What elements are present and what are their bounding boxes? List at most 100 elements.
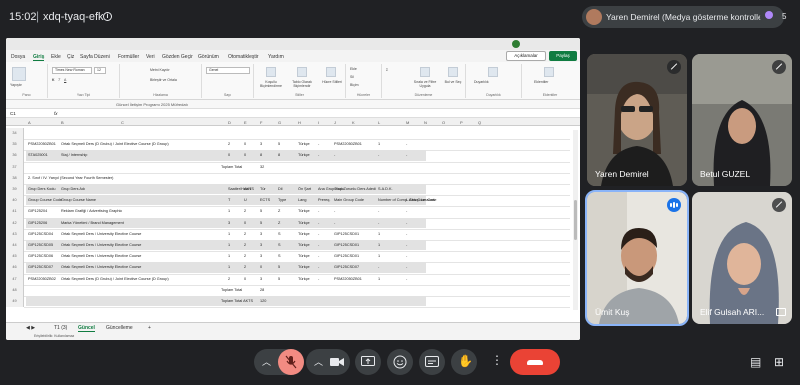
cell-course-code[interactable]: GIP125CSD05 (28, 243, 53, 247)
cell-value[interactable]: S (278, 232, 281, 236)
cell-value[interactable]: - (406, 153, 407, 157)
cell-value[interactable]: - (334, 221, 335, 225)
cell-value[interactable]: Grup Zorunlu Ders Adedi (334, 187, 376, 191)
cell-value[interactable]: 3 (228, 221, 230, 225)
sort-filter-icon[interactable] (420, 67, 430, 77)
cell-value[interactable]: 1 (228, 254, 230, 258)
cell-value[interactable]: Türkçe (298, 221, 310, 225)
tab-dosya[interactable]: Dosya (11, 54, 25, 60)
column-header[interactable]: I (318, 120, 319, 125)
cell-value[interactable]: - (378, 209, 379, 213)
format-table-icon[interactable] (297, 67, 307, 77)
cell-value[interactable]: Lang (298, 198, 306, 202)
cell-value[interactable]: 3 (260, 232, 262, 236)
end-call-button[interactable] (510, 349, 560, 375)
cell-value[interactable]: 2 (244, 254, 246, 258)
cell-course-code[interactable]: 2. Sınıf / IV. Yarıyıl (Second Year Four… (28, 176, 113, 180)
cell-value[interactable]: 5 (260, 221, 262, 225)
cell-value[interactable]: 0 (260, 265, 262, 269)
cell-value[interactable]: - (318, 221, 319, 225)
sheet-tab-guncel[interactable]: Güncel (78, 325, 95, 332)
cell-value[interactable]: 5 (260, 209, 262, 213)
cell-course-name[interactable]: Group Course Name (61, 198, 96, 202)
cell-value[interactable]: 2 (244, 209, 246, 213)
wrap-text-button[interactable]: Metni Kaydır (150, 68, 170, 72)
row-number[interactable]: 37 (6, 161, 24, 173)
cell-course-name[interactable]: Ortak Seçmeli Ders / University Elective… (61, 243, 141, 247)
column-header[interactable]: H (298, 120, 301, 125)
column-header[interactable]: B (61, 120, 64, 125)
number-format-select[interactable]: Genel (206, 67, 250, 74)
tab-veri[interactable]: Veri (146, 54, 155, 60)
cell-value[interactable]: - (406, 209, 407, 213)
cell-value[interactable]: Z (278, 221, 280, 225)
row-number[interactable]: 43 (6, 228, 24, 240)
tab-yardim[interactable]: Yardım (268, 54, 284, 60)
cell-value[interactable]: - (406, 232, 407, 236)
name-box[interactable]: C1 (10, 111, 16, 116)
cell-course-code[interactable]: GIP125206 (28, 221, 47, 225)
conditional-format-icon[interactable] (266, 67, 276, 77)
cell-value[interactable]: Türkçe (298, 277, 310, 281)
cell-value[interactable]: S (278, 254, 281, 258)
cell-course-code[interactable]: PSM22050ZB01 (28, 142, 56, 146)
cell-value[interactable]: Main Group Code (334, 198, 364, 202)
row-number[interactable]: 42 (6, 217, 24, 229)
cell-value[interactable]: S (278, 243, 281, 247)
cell-value[interactable]: - (318, 254, 319, 258)
cell-value[interactable]: - (334, 209, 335, 213)
cell-value[interactable]: GIP125CSD01 (334, 232, 359, 236)
cell-value[interactable]: 1 (378, 277, 380, 281)
cell-value[interactable]: Türkçe (298, 153, 310, 157)
column-header[interactable]: K (352, 120, 355, 125)
more-options-button[interactable]: ⋮ (483, 349, 505, 375)
insert-cells-button[interactable]: Ekle (350, 67, 357, 71)
cell-value[interactable]: Dil (278, 187, 282, 191)
tab-gorunum[interactable]: Görünüm (198, 54, 219, 60)
column-header[interactable]: E (244, 120, 247, 125)
column-header[interactable]: Q (478, 120, 481, 125)
vertical-scrollbar[interactable] (573, 130, 578, 310)
cell-value[interactable]: Türkçe (298, 243, 310, 247)
cell-value[interactable]: Tür (260, 187, 266, 191)
format-cells-button[interactable]: Biçim (350, 83, 359, 87)
cell-value[interactable]: 0 (244, 142, 246, 146)
cell-value[interactable]: L.Aktv.Cour. Code (406, 198, 437, 202)
cell-course-code[interactable]: GIP125204 (28, 209, 47, 213)
row-number[interactable]: 46 (6, 262, 24, 274)
cell-value[interactable]: 2 (228, 142, 230, 146)
sheet-tab-t1[interactable]: T1 (3) (54, 325, 67, 331)
cell-course-name[interactable]: Grup Ders Adı (61, 187, 85, 191)
tab-formuller[interactable]: Formüller (118, 54, 139, 60)
column-header[interactable]: D (228, 120, 231, 125)
cell-value[interactable]: - (378, 153, 379, 157)
column-header[interactable]: C (121, 120, 124, 125)
cell-value[interactable]: GIP125CSD01 (334, 243, 359, 247)
mic-toggle-button[interactable] (278, 349, 304, 375)
cell-value[interactable]: 3 (260, 243, 262, 247)
cell-value[interactable]: 0 (244, 277, 246, 281)
info-icon[interactable]: i (103, 12, 112, 21)
row-number[interactable]: 38 (6, 172, 24, 184)
cell-course-code[interactable]: GIP125CSD06 (28, 254, 53, 258)
cell-value[interactable]: 2 (244, 243, 246, 247)
cell-value[interactable]: - (318, 153, 319, 157)
column-header[interactable]: F (260, 120, 262, 125)
italic-icon[interactable]: T (58, 78, 60, 82)
cell-total-value[interactable]: 120 (260, 299, 266, 303)
delete-cells-button[interactable]: Sil (350, 75, 354, 79)
cell-value[interactable]: - (318, 265, 319, 269)
chat-icon[interactable]: ▤ (750, 355, 761, 369)
tab-ciz[interactable]: Çiz (67, 54, 74, 60)
cell-value[interactable]: 5 (278, 277, 280, 281)
cell-value[interactable]: 0 (244, 153, 246, 157)
font-size-select[interactable]: 12 (94, 67, 106, 74)
cell-course-name[interactable]: Ortak Seçmeli Ders / University Elective… (61, 232, 141, 236)
cell-value[interactable]: Türkçe (298, 142, 310, 146)
camera-icon[interactable] (330, 357, 344, 367)
cell-value[interactable]: Türkçe (298, 254, 310, 258)
cell-value[interactable]: 0 (244, 221, 246, 225)
cell-course-code[interactable]: Group Course Code (28, 198, 62, 202)
cell-value[interactable]: GIP125CSD01 (334, 254, 359, 258)
column-header[interactable]: L (378, 120, 380, 125)
